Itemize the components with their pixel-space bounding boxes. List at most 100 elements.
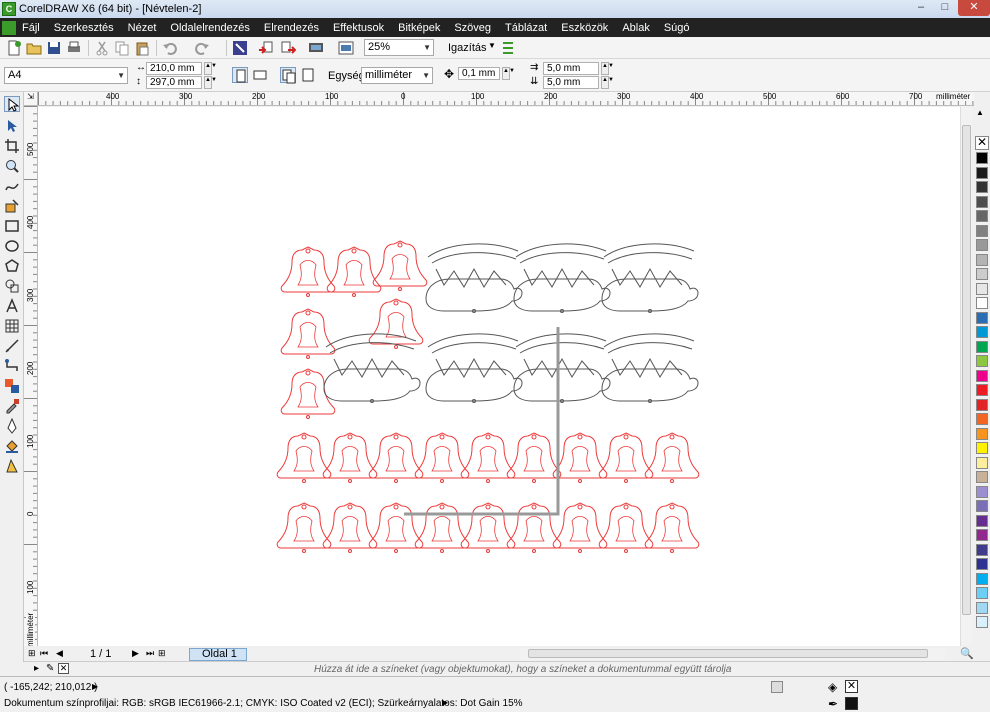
horizontal-ruler[interactable]: 400 300 200 100 0 100 200 300 400 500 60… xyxy=(38,92,974,106)
first-page-icon[interactable]: ⏮ xyxy=(40,648,48,659)
next-page-icon[interactable]: ▶ xyxy=(132,648,139,659)
menu-help[interactable]: Súgó xyxy=(664,22,690,34)
palette-swatch[interactable] xyxy=(976,500,988,512)
menu-tools[interactable]: Eszközök xyxy=(561,22,608,34)
palette-scroll-up-icon[interactable]: ▲ xyxy=(976,108,984,117)
menu-edit[interactable]: Szerkesztés xyxy=(54,22,114,34)
polygon-tool-icon[interactable] xyxy=(4,258,20,274)
palette-swatch[interactable] xyxy=(976,587,988,599)
snap-dropdown-icon[interactable]: ▼ xyxy=(488,41,496,50)
palette-swatch[interactable] xyxy=(976,398,988,411)
page-width-input[interactable]: 210,0 mm xyxy=(146,62,202,75)
previous-page-icon[interactable]: ◀ xyxy=(56,648,63,659)
palette-swatch[interactable] xyxy=(976,514,988,527)
outline-color-swatch[interactable] xyxy=(845,697,858,710)
ellipse-tool-icon[interactable] xyxy=(4,238,20,254)
copy-icon[interactable] xyxy=(114,40,130,56)
duplicate-distance-x-input[interactable]: 5,0 mm xyxy=(543,62,599,75)
snap-to-label[interactable]: Igazítás xyxy=(448,42,487,54)
palette-swatch[interactable] xyxy=(976,297,988,309)
palette-swatch[interactable] xyxy=(976,152,988,164)
palette-swatch[interactable] xyxy=(976,340,988,353)
menu-layout[interactable]: Oldalelrendezés xyxy=(170,22,250,34)
palette-swatch[interactable] xyxy=(976,572,988,585)
portrait-orientation-icon[interactable] xyxy=(232,67,248,83)
palette-swatch[interactable] xyxy=(976,543,988,556)
add-page-after-icon[interactable]: ⊞ xyxy=(158,648,166,659)
shape-tool-icon[interactable] xyxy=(4,118,20,134)
palette-swatch[interactable] xyxy=(976,601,988,614)
basic-shapes-tool-icon[interactable] xyxy=(4,278,20,294)
vertical-ruler[interactable]: 500 400 300 200 100 0 100 milliméter xyxy=(24,106,38,648)
vertical-scrollbar[interactable] xyxy=(960,107,972,646)
nudge-distance-input[interactable]: 0,1 mm xyxy=(458,67,500,80)
navigator-zoom-icon[interactable]: 🔍 xyxy=(960,647,974,661)
palette-swatch[interactable] xyxy=(976,239,988,251)
palette-swatch[interactable] xyxy=(976,195,988,208)
table-tool-icon[interactable] xyxy=(4,318,20,334)
palette-swatch[interactable] xyxy=(976,413,988,425)
palette-swatch[interactable] xyxy=(976,181,988,193)
paste-icon[interactable] xyxy=(134,40,150,56)
all-pages-icon[interactable] xyxy=(280,67,296,84)
menu-bitmaps[interactable]: Bitképek xyxy=(398,22,440,34)
horizontal-scrollbar[interactable] xyxy=(520,648,945,660)
vertical-scroll-thumb[interactable] xyxy=(962,125,971,615)
application-launcher-icon[interactable] xyxy=(308,40,324,56)
color-proof-icon[interactable] xyxy=(771,681,783,693)
palette-swatch[interactable] xyxy=(976,427,988,440)
save-icon[interactable] xyxy=(46,40,62,56)
smart-fill-tool-icon[interactable] xyxy=(4,198,20,214)
coords-arrow-icon[interactable]: ▶ xyxy=(92,682,98,691)
document-icon[interactable] xyxy=(2,20,16,35)
menu-table[interactable]: Táblázat xyxy=(505,22,547,34)
palette-swatch[interactable] xyxy=(976,253,988,266)
dimension-tool-icon[interactable] xyxy=(4,338,20,354)
palette-swatch[interactable] xyxy=(976,456,988,469)
duplicate-y-spinner[interactable]: ▲▼ xyxy=(601,76,614,89)
pick-tool-icon[interactable] xyxy=(4,96,20,112)
duplicate-distance-y-input[interactable]: 5,0 mm xyxy=(543,76,599,89)
no-color-swatch[interactable]: ✕ xyxy=(975,136,989,150)
open-icon[interactable] xyxy=(26,40,42,56)
palette-swatch[interactable] xyxy=(976,471,988,483)
welcome-screen-icon[interactable] xyxy=(338,40,354,56)
page-tab[interactable]: Oldal 1 xyxy=(189,648,247,661)
eyedropper-icon[interactable]: ✎ xyxy=(46,663,54,674)
fill-none-swatch[interactable]: ✕ xyxy=(845,680,858,693)
redo-icon[interactable] xyxy=(194,40,210,56)
close-button[interactable]: ✕ xyxy=(958,0,990,16)
current-page-icon[interactable] xyxy=(300,67,316,83)
width-spinner[interactable]: ▲▼ xyxy=(204,62,217,75)
last-page-icon[interactable]: ⏭ xyxy=(146,648,154,659)
palette-swatch[interactable] xyxy=(976,224,988,237)
palette-swatch[interactable] xyxy=(976,529,988,541)
menu-text[interactable]: Szöveg xyxy=(454,22,491,34)
duplicate-x-spinner[interactable]: ▲▼ xyxy=(601,62,614,75)
height-spinner[interactable]: ▲▼ xyxy=(204,76,217,89)
horizontal-scroll-thumb[interactable] xyxy=(528,649,928,658)
palette-swatch[interactable] xyxy=(976,210,988,222)
palette-swatch[interactable] xyxy=(976,369,988,382)
crop-tool-icon[interactable] xyxy=(4,138,20,154)
palette-swatch[interactable] xyxy=(976,384,988,396)
cut-icon[interactable] xyxy=(94,40,110,56)
palette-swatch[interactable] xyxy=(976,485,988,498)
profile-arrow-icon[interactable]: ▶ xyxy=(442,698,448,707)
import-icon[interactable] xyxy=(258,40,274,56)
ruler-origin-icon[interactable]: ⇲ xyxy=(24,92,38,106)
add-page-icon[interactable]: ⊞ xyxy=(28,648,36,659)
interactive-fill-tool-icon[interactable] xyxy=(4,458,20,474)
color-eyedropper-tool-icon[interactable] xyxy=(4,398,20,414)
no-fill-swatch[interactable]: ✕ xyxy=(58,663,69,674)
menu-view[interactable]: Nézet xyxy=(128,22,157,34)
palette-swatch[interactable] xyxy=(976,326,988,338)
landscape-orientation-icon[interactable] xyxy=(252,67,268,83)
text-tool-icon[interactable] xyxy=(4,298,20,314)
fill-tool-icon[interactable] xyxy=(4,438,20,454)
search-content-icon[interactable] xyxy=(232,40,248,56)
drawing-canvas[interactable] xyxy=(38,107,960,646)
palette-swatch[interactable] xyxy=(976,616,988,628)
palette-swatch[interactable] xyxy=(976,355,988,367)
rectangle-tool-icon[interactable] xyxy=(4,218,20,234)
